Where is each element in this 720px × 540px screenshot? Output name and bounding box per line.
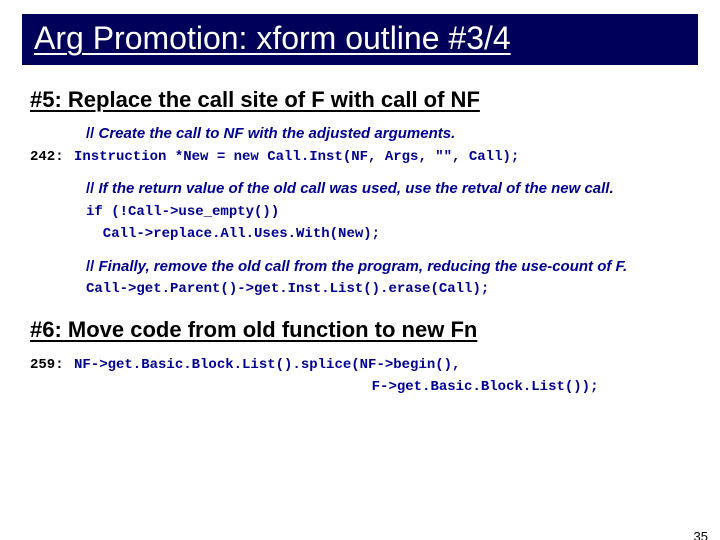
code-block-4: 259:NF->get.Basic.Block.List().splice(NF… [30, 353, 690, 397]
code-block-2: // If the return value of the old call w… [30, 178, 690, 243]
code-text: Call->get.Parent()->get.Inst.List().eras… [86, 281, 489, 297]
comment-line: // If the return value of the old call w… [30, 178, 690, 200]
slide-title: Arg Promotion: xform outline #3/4 [34, 20, 686, 57]
code-line-if: if (!Call->use_empty()) [30, 200, 690, 222]
code-block-1: // Create the call to NF with the adjust… [30, 123, 690, 166]
step5-code-area: // Create the call to NF with the adjust… [30, 123, 690, 299]
comment-prefix: // [86, 180, 99, 197]
code-block-3: // Finally, remove the old call from the… [30, 256, 690, 299]
code-line-erase: Call->get.Parent()->get.Inst.List().eras… [30, 277, 690, 299]
comment-line: // Finally, remove the old call from the… [30, 256, 690, 278]
slide: Arg Promotion: xform outline #3/4 #5: Re… [0, 14, 720, 540]
code-text: F->get.Basic.Block.List()); [86, 379, 598, 395]
step6-code-area: 259:NF->get.Basic.Block.List().splice(NF… [30, 353, 690, 397]
page-number: 35 [694, 529, 708, 540]
comment-text: If the return value of the old call was … [99, 180, 614, 197]
comment-text: Create the call to NF with the adjusted … [99, 125, 456, 142]
line-number: 242: [30, 148, 74, 167]
title-bar: Arg Promotion: xform outline #3/4 [22, 14, 698, 65]
code-line-replace: Call->replace.All.Uses.With(New); [30, 222, 690, 244]
code-text: Call->replace.All.Uses.With(New); [86, 226, 380, 242]
code-text: Instruction *New = new Call.Inst(NF, Arg… [74, 149, 519, 165]
step6-heading: #6: Move code from old function to new F… [30, 317, 690, 343]
comment-prefix: // [86, 125, 99, 142]
code-line-259-cont: F->get.Basic.Block.List()); [30, 375, 690, 397]
comment-prefix: // [86, 258, 99, 275]
step5-heading: #5: Replace the call site of F with call… [30, 87, 690, 113]
slide-body: #5: Replace the call site of F with call… [0, 65, 720, 397]
code-line-259: 259:NF->get.Basic.Block.List().splice(NF… [30, 353, 690, 375]
line-number: 259: [30, 356, 74, 375]
code-line-242: 242:Instruction *New = new Call.Inst(NF,… [30, 145, 690, 167]
comment-text: Finally, remove the old call from the pr… [99, 258, 628, 275]
code-text: if (!Call->use_empty()) [86, 204, 279, 220]
comment-line: // Create the call to NF with the adjust… [30, 123, 690, 145]
code-text: NF->get.Basic.Block.List().splice(NF->be… [74, 357, 460, 373]
